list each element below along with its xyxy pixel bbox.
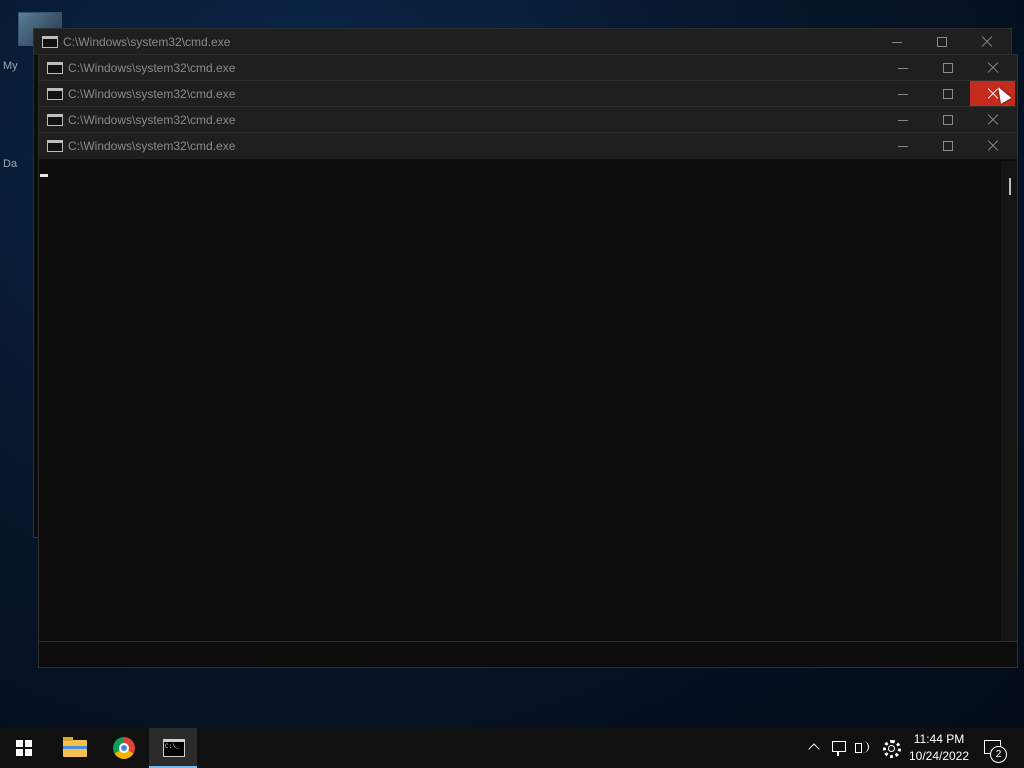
volume-icon[interactable] — [852, 728, 872, 768]
cmd-icon — [47, 62, 63, 74]
cmd-icon — [47, 140, 63, 152]
horizontal-scroll-area — [39, 641, 1017, 667]
window-title: C:\Windows\system32\cmd.exe — [63, 35, 231, 49]
window-titlebar[interactable]: C:\Windows\system32\cmd.exe — [39, 81, 1017, 107]
settings-gear-icon[interactable] — [880, 728, 902, 768]
maximize-button[interactable] — [925, 81, 970, 107]
cmd-icon — [47, 88, 63, 100]
cmd-icon — [42, 36, 58, 48]
minimize-button[interactable] — [880, 133, 925, 159]
clock-time: 11:44 PM — [913, 732, 965, 746]
vertical-scrollbar[interactable] — [1001, 161, 1017, 641]
close-button[interactable] — [970, 133, 1015, 159]
close-button[interactable] — [964, 29, 1009, 55]
taskbar: 11:44 PM 10/24/2022 2 — [0, 728, 1024, 768]
window-title: C:\Windows\system32\cmd.exe — [68, 87, 236, 101]
window-title: C:\Windows\system32\cmd.exe — [68, 139, 236, 153]
windows-start-icon — [16, 740, 32, 756]
cmd-window-active: C:\Windows\system32\cmd.exe — [38, 132, 1018, 668]
desktop-icon-label: Da — [3, 158, 18, 170]
maximize-button[interactable] — [925, 107, 970, 133]
maximize-button[interactable] — [919, 29, 964, 55]
window-title: C:\Windows\system32\cmd.exe — [68, 113, 236, 127]
window-titlebar[interactable]: C:\Windows\system32\cmd.exe — [39, 133, 1017, 159]
maximize-button[interactable] — [925, 133, 970, 159]
text-cursor — [40, 174, 48, 177]
cmd-icon — [163, 739, 185, 757]
close-button[interactable] — [970, 55, 1015, 81]
file-explorer-icon — [63, 737, 87, 757]
chrome-button[interactable] — [100, 728, 148, 768]
minimize-button[interactable] — [880, 55, 925, 81]
close-button[interactable] — [970, 107, 1015, 133]
maximize-button[interactable] — [925, 55, 970, 81]
minimize-button[interactable] — [880, 81, 925, 107]
action-center-button[interactable]: 2 — [980, 728, 1008, 768]
notification-count-badge: 2 — [990, 746, 1007, 763]
scrollbar-thumb[interactable] — [1009, 178, 1011, 195]
start-button[interactable] — [0, 728, 48, 768]
minimize-button[interactable] — [874, 29, 919, 55]
window-titlebar[interactable]: C:\Windows\system32\cmd.exe — [34, 29, 1011, 55]
console-area[interactable] — [39, 161, 1017, 641]
file-explorer-button[interactable] — [50, 728, 98, 768]
cmd-taskbar-button[interactable] — [149, 728, 197, 768]
chrome-icon — [113, 737, 135, 759]
clock-date: 10/24/2022 — [908, 749, 970, 763]
window-title: C:\Windows\system32\cmd.exe — [68, 61, 236, 75]
show-hidden-icons-chevron-icon[interactable] — [806, 728, 824, 768]
system-clock[interactable]: 11:44 PM 10/24/2022 — [905, 731, 973, 765]
desktop-icon-label: My — [3, 60, 18, 72]
cmd-icon — [47, 114, 63, 126]
window-titlebar[interactable]: C:\Windows\system32\cmd.exe — [39, 107, 1017, 133]
minimize-button[interactable] — [880, 107, 925, 133]
network-icon[interactable] — [829, 728, 849, 768]
window-titlebar[interactable]: C:\Windows\system32\cmd.exe — [39, 55, 1017, 81]
